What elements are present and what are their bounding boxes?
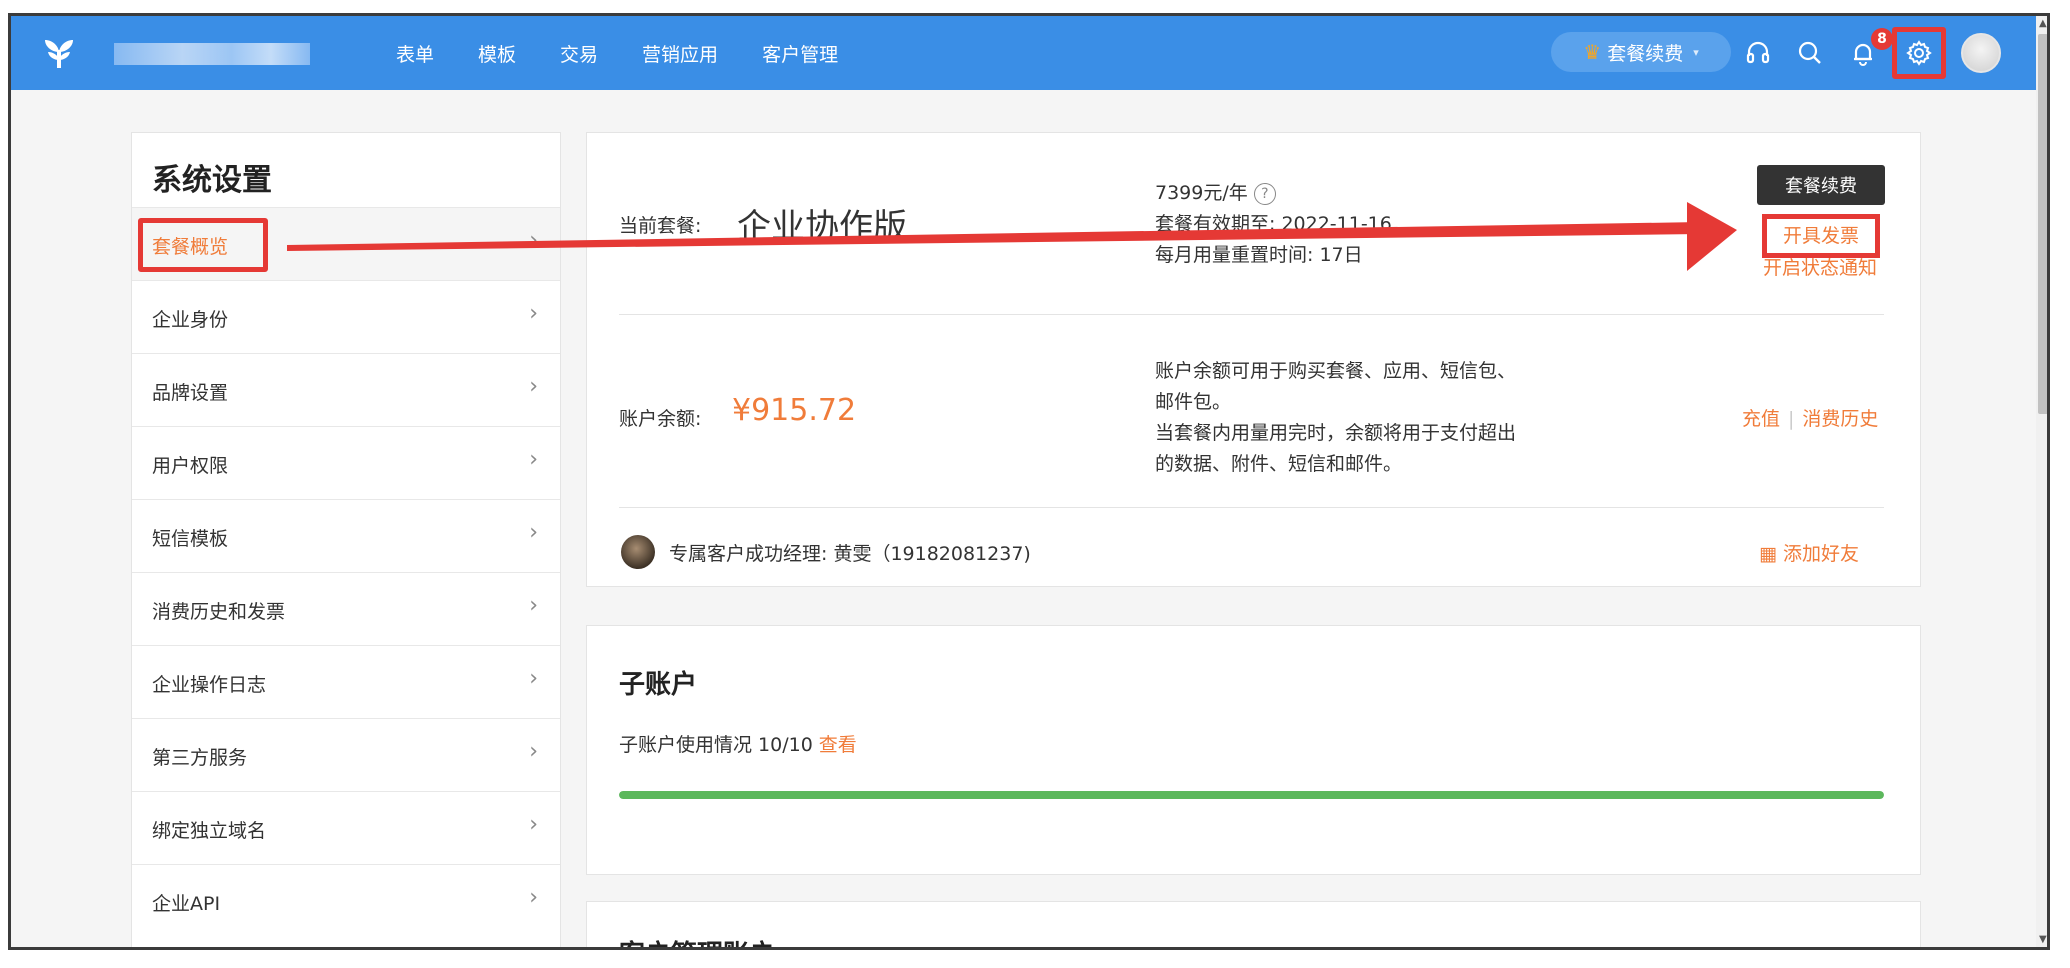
customer-account-card: 客户管理账户 bbox=[586, 901, 1921, 947]
enable-status-notification-link[interactable]: 开启状态通知 bbox=[1763, 253, 1877, 280]
help-icon[interactable]: ? bbox=[1253, 182, 1276, 205]
divider bbox=[619, 314, 1884, 315]
sidebar-list: 套餐概览 › 企业身份 › 品牌设置 › 用户权限 › 短信模板 › 消费历史和… bbox=[132, 207, 560, 937]
chevron-right-icon: › bbox=[529, 520, 538, 545]
vertical-scrollbar[interactable]: ▲ ▼ bbox=[2036, 16, 2047, 947]
customer-account-title: 客户管理账户 bbox=[619, 934, 775, 947]
manager-avatar bbox=[621, 535, 655, 569]
nav-templates[interactable]: 模板 bbox=[478, 40, 516, 67]
chevron-right-icon: › bbox=[529, 812, 538, 837]
sidebar-item-label: 企业API bbox=[152, 893, 221, 915]
balance-info-line: 的数据、附件、短信和邮件。 bbox=[1155, 453, 1403, 475]
sub-account-title: 子账户 bbox=[619, 670, 698, 700]
add-friend-label: 添加好友 bbox=[1783, 543, 1860, 565]
chevron-right-icon: › bbox=[529, 885, 538, 910]
top-navigation-bar: 表单 模板 交易 营销应用 客户管理 ♛ 套餐续费 ▾ 8 bbox=[11, 16, 2036, 90]
chevron-right-icon: › bbox=[529, 228, 538, 253]
chevron-right-icon: › bbox=[529, 301, 538, 326]
sidebar-item-label: 品牌设置 bbox=[152, 382, 229, 404]
logo-icon[interactable] bbox=[41, 36, 77, 70]
sidebar-item-billing-invoices[interactable]: 消费历史和发票 › bbox=[132, 572, 560, 645]
headset-icon[interactable] bbox=[1741, 36, 1775, 70]
sidebar-item-sms-templates[interactable]: 短信模板 › bbox=[132, 499, 560, 572]
view-sub-accounts-link[interactable]: 查看 bbox=[819, 734, 857, 756]
plan-overview-highlight-box bbox=[138, 218, 268, 272]
main-nav: 表单 模板 交易 营销应用 客户管理 bbox=[396, 16, 882, 90]
recharge-link[interactable]: 充值 bbox=[1742, 408, 1780, 430]
balance-info-line: 当套餐内用量用完时，余额将用于支付超出 bbox=[1155, 422, 1517, 444]
plan-info: 7399元/年 ? 套餐有效期至: 2022-11-16 每月用量重置时间: 1… bbox=[1155, 178, 1392, 271]
chevron-right-icon: › bbox=[529, 447, 538, 472]
notification-badge: 8 bbox=[1871, 28, 1893, 50]
plan-expiry: 套餐有效期至: 2022-11-16 bbox=[1155, 213, 1392, 235]
renew-plan-button[interactable]: ♛ 套餐续费 ▾ bbox=[1551, 32, 1731, 72]
nav-forms[interactable]: 表单 bbox=[396, 40, 434, 67]
sidebar-item-third-party-services[interactable]: 第三方服务 › bbox=[132, 718, 560, 791]
balance-actions: 充值 | 消费历史 bbox=[1742, 404, 1878, 431]
company-name-blurred bbox=[114, 43, 310, 65]
sidebar-title: 系统设置 bbox=[152, 163, 272, 198]
sub-account-usage: 子账户使用情况 10/10 查看 bbox=[619, 730, 857, 757]
sub-account-usage-text: 子账户使用情况 10/10 bbox=[619, 734, 813, 756]
sidebar-item-enterprise-api[interactable]: 企业API › bbox=[132, 864, 560, 937]
current-plan-name: 企业协作版 bbox=[737, 207, 907, 247]
billing-history-link[interactable]: 消费历史 bbox=[1802, 408, 1878, 430]
sub-account-progress-bar bbox=[619, 791, 1884, 799]
search-icon[interactable] bbox=[1793, 36, 1827, 70]
renew-plan-label: 套餐续费 bbox=[1607, 42, 1684, 65]
nav-transactions[interactable]: 交易 bbox=[560, 40, 598, 67]
scrollbar-thumb[interactable] bbox=[2038, 34, 2047, 414]
sidebar-item-enterprise-identity[interactable]: 企业身份 › bbox=[132, 280, 560, 353]
chevron-right-icon: › bbox=[529, 666, 538, 691]
current-plan-label: 当前套餐: bbox=[619, 215, 702, 237]
invoice-highlight-box bbox=[1762, 214, 1880, 258]
app-window: 表单 模板 交易 营销应用 客户管理 ♛ 套餐续费 ▾ 8 ▲ ▼ 系统设置 套… bbox=[8, 13, 2050, 950]
chevron-right-icon: › bbox=[529, 374, 538, 399]
sidebar-item-user-permissions[interactable]: 用户权限 › bbox=[132, 426, 560, 499]
sidebar-item-label: 企业操作日志 bbox=[152, 674, 267, 696]
nav-customer-management[interactable]: 客户管理 bbox=[762, 40, 838, 67]
plan-price: 7399元/年 bbox=[1155, 182, 1248, 204]
sidebar-item-label: 短信模板 bbox=[152, 528, 229, 550]
balance-label: 账户余额: bbox=[619, 408, 702, 430]
nav-marketing-apps[interactable]: 营销应用 bbox=[642, 40, 718, 67]
settings-sidebar: 系统设置 套餐概览 › 企业身份 › 品牌设置 › 用户权限 › 短信模板 › bbox=[131, 132, 561, 947]
add-friend-link[interactable]: ▦ 添加好友 bbox=[1759, 539, 1859, 566]
crown-icon: ♛ bbox=[1583, 40, 1602, 64]
renew-plan-card-button[interactable]: 套餐续费 bbox=[1757, 165, 1885, 205]
balance-info-line: 邮件包。 bbox=[1155, 391, 1232, 413]
separator: | bbox=[1788, 408, 1795, 430]
chevron-right-icon: › bbox=[529, 739, 538, 764]
sidebar-item-label: 用户权限 bbox=[152, 455, 229, 477]
sidebar-item-plan-overview[interactable]: 套餐概览 › bbox=[132, 207, 560, 280]
sub-account-card: 子账户 子账户使用情况 10/10 查看 bbox=[586, 625, 1921, 875]
qr-code-icon: ▦ bbox=[1759, 543, 1777, 565]
progress-fill bbox=[619, 791, 1884, 799]
divider bbox=[619, 507, 1884, 508]
sidebar-item-operation-log[interactable]: 企业操作日志 › bbox=[132, 645, 560, 718]
scroll-up-icon[interactable]: ▲ bbox=[2039, 18, 2047, 29]
user-avatar[interactable] bbox=[1961, 33, 2001, 73]
sidebar-item-custom-domain[interactable]: 绑定独立域名 › bbox=[132, 791, 560, 864]
chevron-right-icon: › bbox=[529, 593, 538, 618]
usage-reset-date: 每月用量重置时间: 17日 bbox=[1155, 244, 1363, 266]
settings-highlight-box bbox=[1892, 27, 1946, 79]
balance-info: 账户余额可用于购买套餐、应用、短信包、 邮件包。 当套餐内用量用完时，余额将用于… bbox=[1155, 356, 1615, 480]
scroll-down-icon[interactable]: ▼ bbox=[2039, 934, 2047, 945]
plan-overview-card: 当前套餐: 企业协作版 7399元/年 ? 套餐有效期至: 2022-11-16… bbox=[586, 132, 1921, 587]
account-manager-info: 专属客户成功经理: 黄雯（19182081237) bbox=[669, 543, 1031, 565]
balance-info-line: 账户余额可用于购买套餐、应用、短信包、 bbox=[1155, 360, 1517, 382]
sidebar-item-brand-settings[interactable]: 品牌设置 › bbox=[132, 353, 560, 426]
sidebar-item-label: 第三方服务 bbox=[152, 747, 248, 769]
sidebar-item-label: 企业身份 bbox=[152, 309, 229, 331]
sidebar-item-label: 绑定独立域名 bbox=[152, 820, 267, 842]
sidebar-item-label: 消费历史和发票 bbox=[152, 601, 286, 623]
chevron-down-icon: ▾ bbox=[1693, 45, 1699, 59]
balance-amount: ¥915.72 bbox=[732, 393, 857, 428]
